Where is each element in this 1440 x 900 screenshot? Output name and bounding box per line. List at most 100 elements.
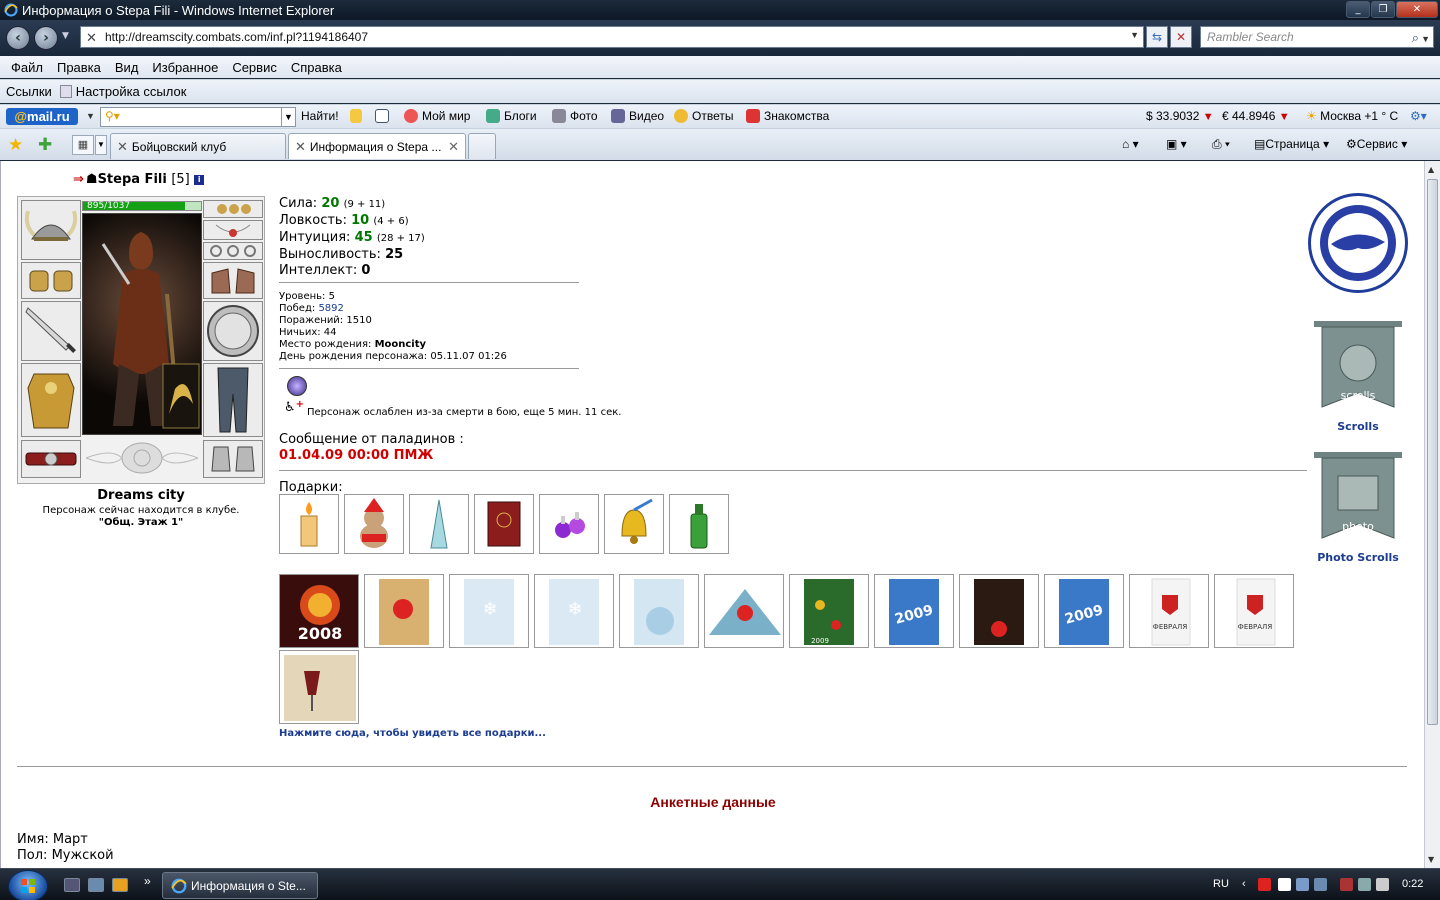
home-button[interactable]: ⌂ ▾ (1122, 137, 1139, 151)
card-2009-blue[interactable] (619, 574, 699, 648)
find-button[interactable]: Найти! (301, 109, 339, 123)
media-player-icon[interactable] (112, 878, 128, 892)
quicklaunch-overflow[interactable]: » (144, 874, 151, 888)
armor-slot[interactable] (21, 363, 81, 437)
scrollbar-thumb[interactable] (1427, 179, 1438, 725)
refresh-button[interactable]: ⇆ (1146, 26, 1168, 48)
feeds-button[interactable]: ▣ ▾ (1166, 137, 1187, 151)
earrings-slot[interactable] (203, 200, 263, 218)
menu-edit[interactable]: Правка (50, 60, 108, 75)
card-wine[interactable] (279, 650, 359, 724)
links-settings[interactable]: Настройка ссылок (76, 84, 187, 99)
all-gifts-link[interactable]: Нажмите сюда, чтобы увидеть все подарки.… (279, 728, 546, 739)
menu-help[interactable]: Справка (284, 60, 349, 75)
boots-slot[interactable] (203, 440, 263, 478)
security-tray-icon[interactable] (1258, 878, 1271, 891)
helmet-slot[interactable] (21, 200, 81, 260)
gift-potions[interactable] (539, 494, 599, 554)
usd-rate[interactable]: $ 33.9032 ▼ (1146, 109, 1214, 123)
address-dropdown-icon[interactable]: ▼ (1130, 30, 1139, 40)
card-february-2[interactable]: ФЕВРАЛЯ (1214, 574, 1294, 648)
maximize-button[interactable]: ❐ (1371, 1, 1395, 18)
add-favorite-icon[interactable]: ✚ (38, 135, 52, 155)
clan-emblem[interactable] (1308, 193, 1408, 293)
mailru-dropdown-icon[interactable]: ▼ (86, 111, 95, 121)
service-menu-button[interactable]: ⚙ Сервис ▾ (1346, 137, 1407, 151)
zoom-button[interactable] (375, 109, 393, 123)
stop-button[interactable]: ✕ (1170, 26, 1192, 48)
card-ornament[interactable] (364, 574, 444, 648)
scroll-up-icon[interactable]: ▲ (1428, 165, 1434, 174)
mailru-search-dropdown-icon[interactable]: ▼ (281, 108, 295, 126)
card-snow-1[interactable]: ❄ (449, 574, 529, 648)
weather[interactable]: ☀ Москва +1 ° С (1306, 109, 1398, 123)
search-dropdown-icon[interactable]: ▼ (1421, 29, 1430, 49)
amulet-slot[interactable] (203, 220, 263, 240)
arrow-icon[interactable]: ⇒ (73, 172, 84, 187)
card-2009-tent[interactable] (704, 574, 784, 648)
my-world-button[interactable]: Мой мир (404, 109, 470, 123)
page-menu-button[interactable]: ▤ Страница ▾ (1254, 137, 1329, 151)
photo-scrolls-link[interactable]: photo Photo Scrolls (1308, 448, 1408, 564)
character-avatar[interactable] (82, 213, 202, 435)
tab-fight-club[interactable]: ✕ Бойцовский клуб (110, 133, 286, 159)
app-tray-icon[interactable] (1296, 878, 1309, 891)
card-2008[interactable]: 2008 (279, 574, 359, 648)
rings-slot[interactable] (203, 242, 263, 260)
antivirus-tray-icon[interactable] (1340, 878, 1353, 891)
gift-bottle[interactable] (669, 494, 729, 554)
video-button[interactable]: Видео (611, 109, 664, 123)
new-tab-button[interactable] (468, 133, 496, 159)
gift-book[interactable] (474, 494, 534, 554)
search-icon[interactable]: ⌕ (1412, 28, 1419, 48)
info-icon[interactable]: i (194, 175, 205, 185)
tab-list-dropdown[interactable]: ▼ (95, 135, 107, 155)
weapon-slot[interactable] (21, 301, 81, 361)
menu-file[interactable]: Файл (4, 60, 50, 75)
quick-tabs-button[interactable]: ▦ (72, 135, 94, 155)
gift-teddy-bear[interactable] (344, 494, 404, 554)
card-february-1[interactable]: ФЕВРАЛЯ (1129, 574, 1209, 648)
photo-button[interactable]: Фото (552, 109, 598, 123)
scroll-down-icon[interactable]: ▼ (1428, 855, 1434, 864)
wins-link[interactable]: 5892 (318, 303, 343, 314)
eur-rate[interactable]: € 44.8946 ▼ (1222, 109, 1290, 123)
volume-tray-icon[interactable] (1376, 878, 1389, 891)
mailru-search-input[interactable]: ⚲▾ ▼ (100, 107, 296, 127)
print-button[interactable]: ⎙ ▾ (1212, 137, 1230, 152)
menu-favorites[interactable]: Избранное (145, 60, 225, 75)
belt-slot[interactable] (21, 440, 81, 478)
card-dark[interactable] (959, 574, 1039, 648)
mailru-logo[interactable]: @mail.ru (6, 108, 78, 125)
minimize-button[interactable]: _ (1346, 1, 1370, 18)
blogs-button[interactable]: Блоги (486, 109, 537, 123)
menu-view[interactable]: Вид (108, 60, 146, 75)
close-tab-icon[interactable]: ✕ (448, 139, 459, 155)
answers-button[interactable]: Ответы (674, 109, 733, 123)
card-snow-2[interactable]: ❄ (534, 574, 614, 648)
forward-button[interactable]: › (34, 26, 58, 50)
language-indicator[interactable]: RU (1213, 878, 1229, 890)
favorites-star-icon[interactable]: ★ (8, 135, 23, 155)
back-button[interactable]: ‹ (6, 26, 30, 50)
dating-button[interactable]: Знакомства (746, 109, 829, 123)
show-desktop-icon[interactable] (64, 878, 80, 892)
search-input[interactable]: Rambler Search ⌕ ▼ (1200, 26, 1434, 48)
card-tree[interactable]: 2009 (789, 574, 869, 648)
tab-character-info[interactable]: ✕ Информация о Stepa ... ✕ (288, 133, 466, 159)
mail-tray-icon[interactable] (1278, 878, 1291, 891)
taskbar-ie-window[interactable]: Информация о Ste... (162, 872, 318, 899)
effect-icon[interactable] (287, 376, 307, 396)
history-dropdown[interactable]: ▼ (62, 31, 69, 41)
highlight-button[interactable] (350, 109, 366, 123)
leggings-slot[interactable] (203, 363, 263, 437)
window-switcher-icon[interactable] (88, 878, 104, 892)
toolbar-options-button[interactable]: ⚙▾ (1410, 109, 1427, 123)
network-tray-icon[interactable] (1314, 878, 1327, 891)
start-button[interactable] (8, 870, 48, 900)
scrolls-link[interactable]: scrolls Scrolls (1308, 317, 1408, 433)
card-2009-ice-1[interactable]: 2009 (874, 574, 954, 648)
tray-expand-icon[interactable]: ‹ (1242, 878, 1246, 890)
vertical-scrollbar[interactable]: ▲ ▼ (1424, 161, 1440, 868)
gift-tower[interactable] (409, 494, 469, 554)
